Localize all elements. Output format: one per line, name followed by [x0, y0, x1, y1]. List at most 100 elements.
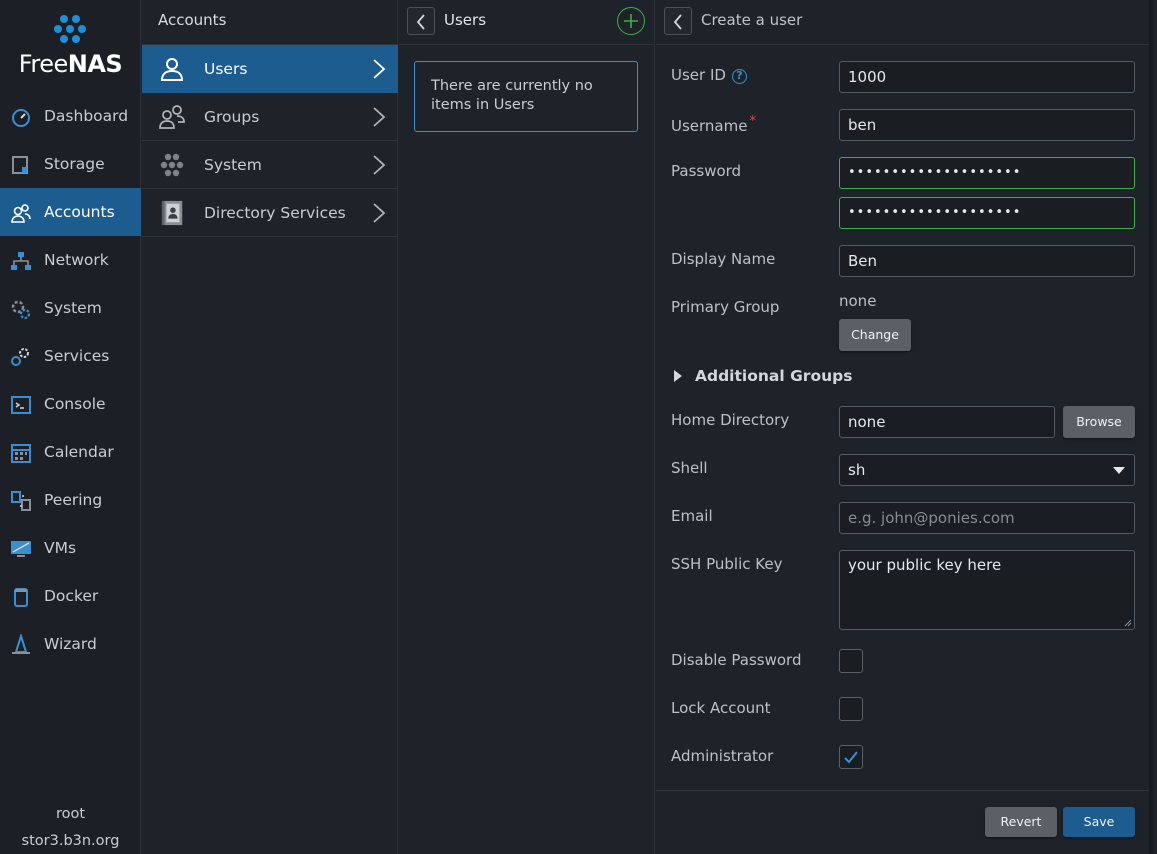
accounts-item-users[interactable]: Users	[142, 45, 398, 93]
logo-text: FreeNAS	[18, 50, 123, 78]
users-header: Users	[399, 0, 654, 45]
hostname: stor3.b3n.org	[21, 833, 120, 849]
nav-item-peering[interactable]: Peering	[0, 476, 141, 524]
ssh-key-label: SSH Public Key	[671, 555, 783, 573]
primary-group-label: Primary Group	[671, 298, 780, 316]
change-group-button[interactable]: Change	[839, 319, 911, 351]
nav-label: VMs	[44, 539, 77, 557]
display-name-label: Display Name	[671, 250, 776, 268]
nav-item-services[interactable]: Services	[0, 332, 141, 380]
users-empty-message: There are currently no items in Users	[414, 61, 638, 132]
expand-triangle-icon	[674, 370, 682, 382]
footer-divider	[656, 790, 1149, 791]
ssh-key-textarea[interactable]: your public key here	[839, 550, 1135, 630]
nav-item-console[interactable]: Console	[0, 380, 141, 428]
accounts-title: Accounts	[158, 11, 227, 29]
nav-item-calendar[interactable]: Calendar	[0, 428, 141, 476]
docker-icon	[14, 588, 28, 607]
dropdown-arrow-icon	[1113, 467, 1125, 474]
password-label: Password	[671, 162, 742, 180]
resize-grip-icon[interactable]	[1124, 619, 1132, 627]
chevron-right-icon	[373, 155, 386, 175]
accounts-item-system[interactable]: System	[142, 141, 398, 189]
shell-select[interactable]: sh	[839, 454, 1135, 486]
lock-account-checkbox[interactable]	[839, 697, 863, 721]
chevron-right-icon	[373, 203, 386, 223]
system-dots-icon	[160, 153, 184, 177]
checkmark-icon	[844, 751, 858, 764]
nav-item-storage[interactable]: Storage	[0, 140, 141, 188]
nav-label: Services	[44, 347, 110, 365]
nav-item-dashboard[interactable]: Dashboard	[0, 92, 141, 140]
ssh-key-value: your public key here	[848, 556, 1002, 574]
nav-item-system[interactable]: System	[0, 284, 141, 332]
primary-group-value: none	[839, 292, 877, 310]
nav-label: Dashboard	[44, 107, 129, 125]
add-user-button[interactable]	[617, 7, 645, 35]
nav-item-wizard[interactable]: Wizard	[0, 620, 141, 668]
password-field[interactable]: ••••••••••••••••••••	[839, 157, 1135, 189]
main-sidebar: FreeNAS Dashboard Storage Accounts Netwo…	[0, 0, 141, 854]
create-user-title: Create a user	[701, 11, 803, 29]
nav-item-vms[interactable]: VMs	[0, 524, 141, 572]
additional-groups-label: Additional Groups	[695, 367, 853, 385]
administrator-checkbox[interactable]	[839, 745, 863, 769]
accounts-item-directory-services[interactable]: Directory Services	[142, 189, 398, 237]
user-id-label: User ID?	[671, 66, 747, 84]
username-label: Username *	[671, 114, 756, 135]
email-label: Email	[671, 507, 713, 525]
nav-label: Wizard	[44, 635, 97, 653]
chevron-right-icon	[373, 107, 386, 127]
lock-account-label: Lock Account	[671, 699, 771, 717]
password-confirm-field[interactable]: ••••••••••••••••••••	[839, 197, 1135, 229]
vm-icon	[11, 541, 31, 557]
required-marker: *	[749, 114, 756, 129]
users-title: Users	[444, 11, 487, 29]
accounts-item-label: System	[204, 156, 262, 174]
calendar-icon	[11, 444, 31, 463]
accounts-item-label: Groups	[204, 108, 260, 126]
network-icon	[11, 252, 31, 270]
nav-label: Accounts	[44, 203, 115, 221]
current-user: root	[55, 806, 86, 822]
create-user-header: Create a user	[656, 0, 1153, 45]
nav-item-network[interactable]: Network	[0, 236, 141, 284]
accounts-panel: Accounts Users Groups System Directory S…	[142, 0, 398, 854]
directory-book-icon	[161, 200, 183, 226]
nav-label: Peering	[44, 491, 103, 509]
system-icon	[11, 300, 31, 320]
browse-button[interactable]: Browse	[1063, 406, 1135, 438]
display-name-field[interactable]: Ben	[839, 245, 1135, 277]
username-field[interactable]: ben	[839, 109, 1135, 141]
chevron-right-icon	[373, 59, 386, 79]
nav-label: System	[44, 299, 102, 317]
scrollbar-track[interactable]	[1149, 0, 1153, 854]
nav-item-accounts[interactable]: Accounts	[0, 188, 141, 236]
peering-icon	[11, 491, 31, 511]
nav-label: Calendar	[44, 443, 114, 461]
user-icon	[160, 58, 184, 81]
accounts-item-label: Users	[204, 60, 248, 78]
create-user-back-button[interactable]	[664, 7, 692, 35]
freenas-logo[interactable]: FreeNAS	[0, 0, 140, 92]
disable-password-checkbox[interactable]	[839, 649, 863, 673]
revert-button[interactable]: Revert	[985, 807, 1057, 837]
accounts-item-groups[interactable]: Groups	[142, 93, 398, 141]
nav-label: Docker	[44, 587, 99, 605]
wizard-icon	[12, 634, 30, 654]
home-directory-field[interactable]: none	[839, 406, 1055, 438]
help-icon[interactable]: ?	[731, 69, 747, 84]
storage-icon	[12, 156, 28, 174]
users-back-button[interactable]	[407, 7, 435, 35]
disable-password-label: Disable Password	[671, 651, 802, 669]
email-field[interactable]: e.g. john@ponies.com	[839, 502, 1135, 534]
user-id-field[interactable]: 1000	[839, 61, 1135, 93]
plus-icon	[624, 14, 638, 28]
users-panel: Users There are currently no items in Us…	[399, 0, 655, 854]
accounts-icon	[11, 204, 31, 223]
nav-label: Storage	[44, 155, 105, 173]
save-button[interactable]: Save	[1063, 807, 1135, 837]
nav-label: Network	[44, 251, 109, 269]
nav-item-docker[interactable]: Docker	[0, 572, 141, 620]
shell-value: sh	[848, 461, 866, 479]
